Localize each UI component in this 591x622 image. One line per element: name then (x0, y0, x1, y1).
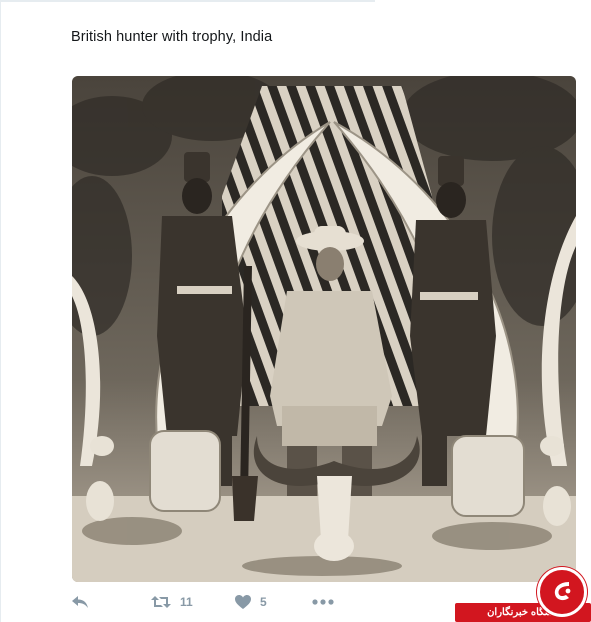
more-button[interactable] (312, 590, 334, 614)
watermark-logo (537, 567, 587, 617)
watermark: باشگاه خبرنگاران (455, 565, 591, 622)
reply-icon (70, 592, 90, 612)
heart-icon (234, 593, 252, 611)
top-divider (0, 0, 375, 2)
tweet-text: British hunter with trophy, India (71, 29, 273, 45)
tweet-photo[interactable] (72, 76, 576, 582)
more-dots-icon (312, 598, 334, 606)
tweet-actions: 11 5 (70, 590, 370, 614)
sepia-photograph (72, 76, 576, 582)
retweet-count: 11 (180, 595, 193, 609)
like-button[interactable]: 5 (234, 590, 267, 614)
reply-button[interactable] (70, 590, 90, 614)
like-count: 5 (260, 595, 267, 609)
retweet-icon (150, 592, 172, 612)
retweet-button[interactable]: 11 (150, 590, 193, 614)
left-divider (0, 0, 1, 622)
